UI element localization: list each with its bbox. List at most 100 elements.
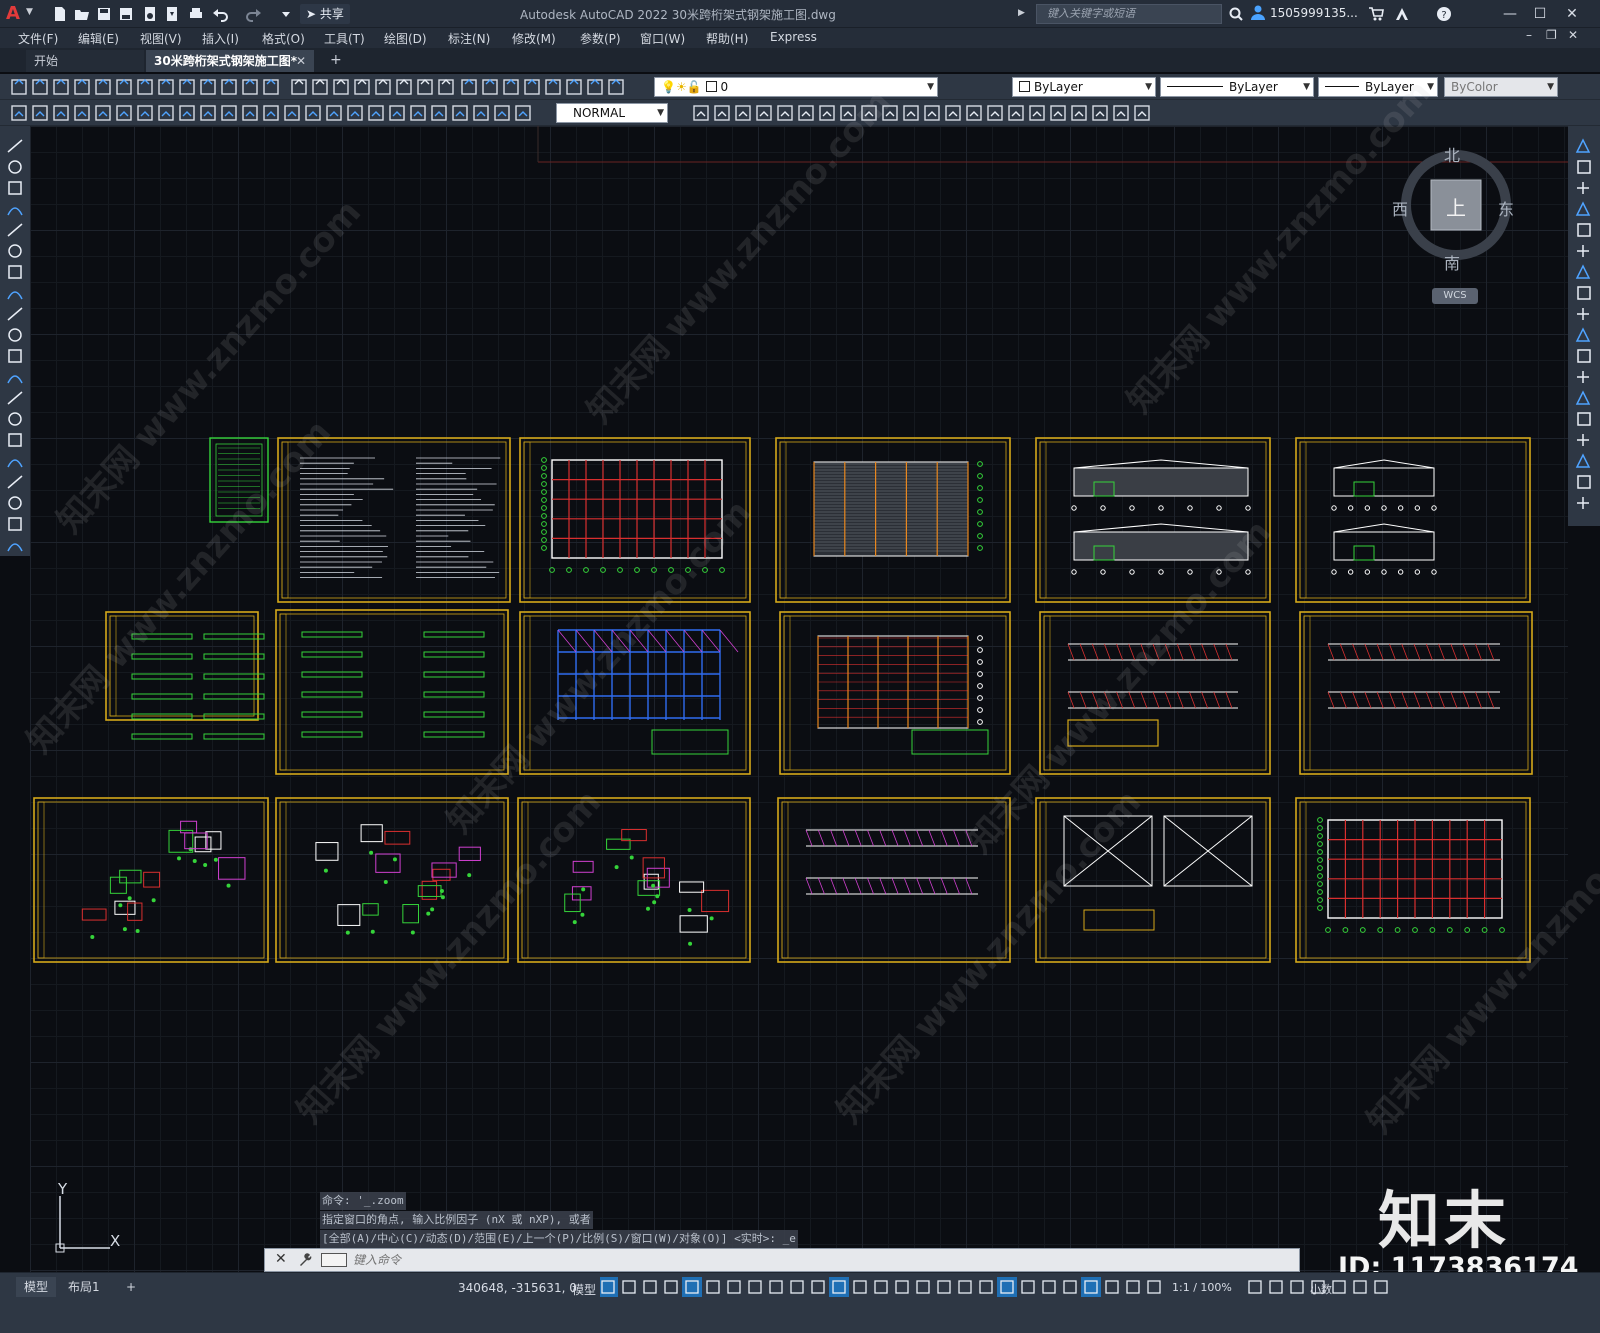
tab-layout1[interactable]: 布局1 [60, 1277, 108, 1297]
drawing-sheet[interactable] [1299, 611, 1533, 775]
tab-start[interactable]: 开始 [26, 50, 144, 72]
viewcube-north[interactable]: 北 [1444, 142, 1460, 166]
draw-tool-icon[interactable] [8, 433, 22, 447]
modify-tool-icon[interactable] [1577, 475, 1591, 489]
draw-tool-icon[interactable] [8, 181, 22, 195]
status-toggle-icon[interactable] [1353, 1280, 1367, 1294]
drawing-sheet[interactable] [1295, 797, 1531, 963]
draw-tool-icon[interactable] [7, 207, 23, 216]
new-tab-icon[interactable]: + [330, 52, 342, 68]
viewcube-top-face[interactable]: 上 [1446, 192, 1466, 221]
viewcube-west[interactable]: 西 [1392, 196, 1408, 220]
modify-tool-icon[interactable] [1575, 453, 1591, 468]
viewcube[interactable]: 北 南 东 西 上 [1392, 146, 1516, 273]
menu-insert[interactable]: 插入(I) [202, 30, 239, 47]
draw-tool-icon[interactable] [7, 459, 23, 468]
status-toggle-icon[interactable] [706, 1280, 720, 1294]
draw-tool-icon[interactable] [7, 307, 23, 321]
draw-tool-icon[interactable] [7, 291, 23, 300]
command-prompt-icon[interactable] [321, 1253, 347, 1267]
modify-tool-icon[interactable] [1577, 371, 1589, 383]
modify-tool-icon[interactable] [1577, 497, 1589, 509]
status-toggle-icon[interactable] [1126, 1280, 1140, 1294]
status-toggle-icon[interactable] [1248, 1280, 1262, 1294]
status-toggle-icon[interactable] [1021, 1280, 1035, 1294]
status-toggle-icon[interactable] [1063, 1280, 1077, 1294]
status-toggle-icon[interactable] [643, 1280, 657, 1294]
color-dropdown[interactable]: ByLayer ▼ [1012, 77, 1156, 97]
modify-tool-icon[interactable] [1575, 264, 1591, 279]
drawing-sheet[interactable] [1039, 611, 1271, 775]
drawing-sheet[interactable] [33, 797, 269, 963]
modify-tool-icon[interactable] [1577, 434, 1589, 446]
layer-dropdown[interactable]: 💡☀🔓 0 ▼ [654, 77, 938, 97]
drawing-sheet[interactable] [777, 797, 1011, 963]
draw-tool-icon[interactable] [7, 375, 23, 384]
save-web-icon[interactable] [164, 6, 180, 22]
viewcube-south[interactable]: 南 [1444, 250, 1460, 274]
modify-tool-icon[interactable] [1577, 223, 1591, 237]
status-toggle-icon[interactable] [811, 1280, 825, 1294]
status-toggle-icon[interactable] [937, 1280, 951, 1294]
doc-restore-button[interactable]: ❐ [1546, 28, 1557, 42]
status-toggle-icon[interactable] [853, 1280, 867, 1294]
search-input[interactable]: 键入关键字或短语 [1036, 4, 1222, 24]
save-icon[interactable] [96, 6, 112, 22]
draw-tool-icon[interactable] [8, 496, 22, 510]
menu-express[interactable]: Express [770, 30, 817, 44]
menu-file[interactable]: 文件(F) [18, 30, 58, 47]
draw-tool-icon[interactable] [7, 543, 23, 552]
status-toggle-icon[interactable] [829, 1277, 849, 1297]
status-toggle-icon[interactable] [769, 1280, 783, 1294]
search-expand-icon[interactable]: ▶ [1018, 8, 1025, 18]
status-toggle-icon[interactable] [1290, 1280, 1304, 1294]
drawing-sheet[interactable] [519, 437, 751, 603]
status-toggle-icon[interactable] [895, 1280, 909, 1294]
draw-tool-icon[interactable] [8, 244, 22, 258]
draw-tool-icon[interactable] [7, 475, 23, 489]
open-file-icon[interactable] [74, 6, 90, 22]
annotation-scale[interactable]: 1:1 / 100% [1172, 1281, 1232, 1294]
wcs-menu-button[interactable]: WCS [1432, 288, 1478, 304]
draw-tool-icon[interactable] [7, 223, 23, 237]
add-layout-icon[interactable]: + [118, 1277, 144, 1297]
menu-format[interactable]: 格式(O) [262, 30, 305, 47]
drawing-sheet[interactable] [1035, 797, 1271, 963]
drawing-sheet[interactable] [519, 611, 751, 775]
drawing-sheet[interactable] [1295, 437, 1531, 603]
drawing-canvas[interactable] [30, 126, 1568, 1272]
drawing-sheet[interactable] [275, 797, 509, 963]
drawing-sheet[interactable] [779, 611, 1011, 775]
menu-window[interactable]: 窗口(W) [640, 30, 685, 47]
save-as-icon[interactable] [118, 6, 134, 22]
drawing-sheet[interactable] [105, 611, 265, 740]
undo-icon[interactable] [212, 6, 228, 22]
minimize-button[interactable]: — [1500, 4, 1520, 24]
drawing-index-sheet[interactable] [209, 437, 269, 523]
modify-tool-icon[interactable] [1575, 390, 1591, 405]
search-icon[interactable] [1228, 6, 1244, 22]
open-web-icon[interactable] [142, 6, 158, 22]
linetype-dropdown[interactable]: ByLayer ▼ [1160, 77, 1314, 97]
draw-tool-icon[interactable] [8, 349, 22, 363]
draw-tool-icon[interactable] [8, 328, 22, 342]
status-toggle-icon[interactable] [1332, 1280, 1346, 1294]
menu-edit[interactable]: 编辑(E) [78, 30, 119, 47]
modify-tool-icon[interactable] [1577, 245, 1589, 257]
new-file-icon[interactable] [52, 6, 68, 22]
coordinates-readout[interactable]: 340648, -315631, 0 [458, 1281, 577, 1295]
draw-tool-icon[interactable] [7, 139, 23, 153]
modify-tool-icon[interactable] [1577, 412, 1591, 426]
viewcube-east[interactable]: 东 [1498, 196, 1514, 220]
status-toggle-icon[interactable] [790, 1280, 804, 1294]
draw-tool-icon[interactable] [8, 160, 22, 174]
status-toggle-icon[interactable] [1147, 1280, 1161, 1294]
close-window-button[interactable]: ✕ [1562, 4, 1582, 24]
customize-qat-icon[interactable] [278, 6, 294, 22]
wrench-icon[interactable] [297, 1252, 313, 1268]
status-toggle-icon[interactable] [979, 1280, 993, 1294]
doc-minimize-button[interactable]: – [1526, 28, 1532, 42]
status-toggle-icon[interactable] [748, 1280, 762, 1294]
doc-close-button[interactable]: ✕ [1568, 28, 1578, 42]
status-toggle-icon[interactable] [1042, 1280, 1056, 1294]
